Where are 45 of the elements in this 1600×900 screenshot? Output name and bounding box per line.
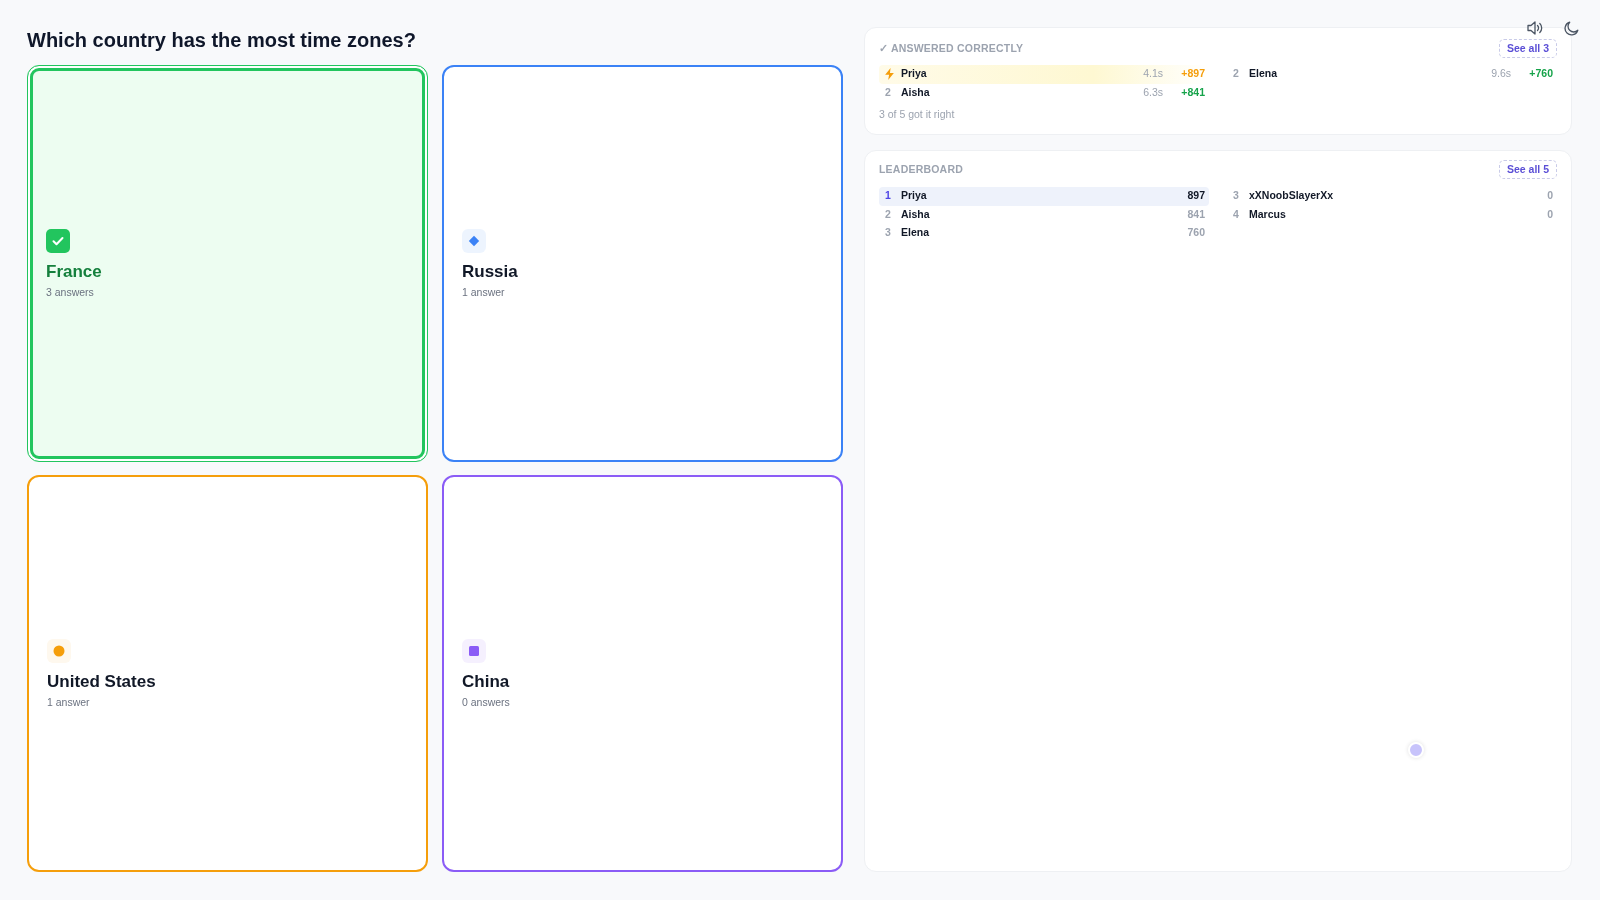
answer-time: 6.3s — [1143, 84, 1163, 100]
rank-number: 2 — [885, 84, 891, 100]
speaker-icon — [1527, 21, 1543, 35]
player-name: Elena — [901, 225, 929, 241]
rank-number: 4 — [1233, 206, 1239, 222]
answer-label: Russia — [462, 260, 518, 282]
answer-label: France — [46, 260, 102, 282]
rank-number: 2 — [885, 206, 891, 222]
question-title: Which country has the most time zones? — [27, 28, 416, 52]
player-name: Marcus — [1249, 206, 1286, 222]
player-name: Priya — [901, 188, 927, 204]
answer-count: 1 answer — [462, 285, 505, 299]
player-score: 0 — [1547, 206, 1553, 222]
answer-time: 9.6s — [1491, 66, 1511, 82]
panel-heading: ✓ ANSWERED CORRECTLY — [879, 42, 1024, 55]
points-gained: +760 — [1529, 66, 1553, 82]
answer-count: 1 answer — [47, 695, 90, 709]
answer-label: China — [462, 670, 510, 692]
check-icon — [46, 228, 70, 253]
correct-summary: 3 of 5 got it right — [879, 108, 955, 121]
player-score: 841 — [1187, 206, 1205, 222]
player-name: xXNoobSlayerXx — [1249, 188, 1334, 204]
answer-count: 3 answers — [46, 285, 94, 299]
player-score: 897 — [1187, 188, 1205, 204]
rank-number: 1 — [885, 188, 891, 204]
player-name: Aisha — [901, 206, 930, 222]
answer-count: 0 answers — [462, 695, 510, 709]
rank-number: 2 — [1233, 66, 1239, 82]
player-score: 760 — [1187, 225, 1205, 241]
player-score: 0 — [1547, 188, 1553, 204]
answer-time: 4.1s — [1143, 66, 1163, 82]
points-gained: +841 — [1181, 84, 1205, 100]
rank-number: 3 — [885, 225, 891, 241]
lightning-icon — [885, 68, 894, 81]
see-all-button[interactable]: See all 3 — [1498, 39, 1557, 58]
rank-number: 3 — [1233, 188, 1239, 204]
player-name: Aisha — [901, 84, 930, 100]
points-gained: +897 — [1181, 66, 1205, 82]
player-name: Elena — [1249, 66, 1277, 82]
square-icon — [462, 638, 486, 663]
player-name: Priya — [901, 66, 927, 82]
see-all-button[interactable]: See all 5 — [1498, 160, 1557, 179]
panel-heading: LEADERBOARD — [879, 163, 963, 176]
moon-icon — [1563, 20, 1579, 36]
answer-label: United States — [47, 670, 156, 692]
